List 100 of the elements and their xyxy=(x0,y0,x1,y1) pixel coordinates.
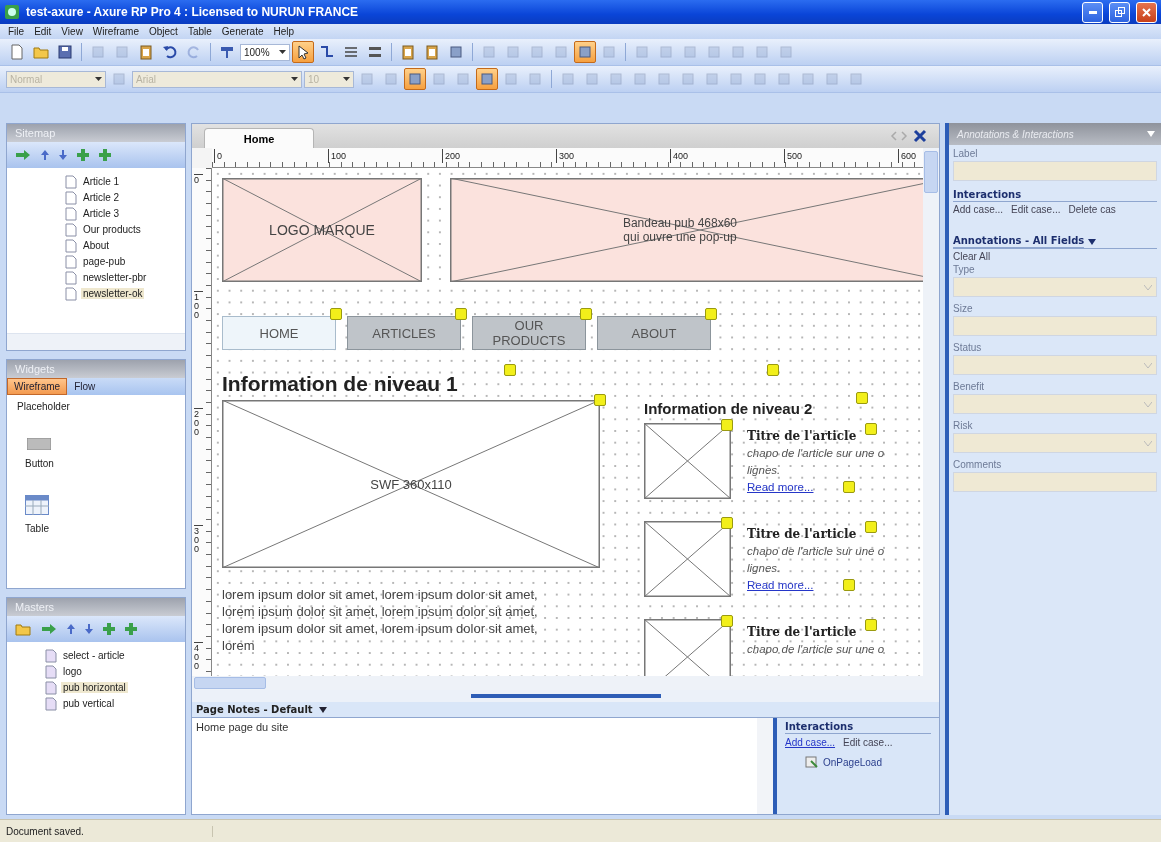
sitemap-item[interactable]: Article 3 xyxy=(81,208,122,219)
page-icon xyxy=(65,206,77,221)
tool-icon xyxy=(560,71,576,87)
text-field[interactable] xyxy=(953,316,1157,336)
action-link[interactable]: Edit case... xyxy=(843,737,893,748)
page-icon xyxy=(65,254,77,269)
menu-item[interactable]: View xyxy=(57,26,87,37)
ruler-label: 100 xyxy=(194,291,203,320)
arrange-icon xyxy=(367,44,383,60)
clear-all-link[interactable]: Clear All xyxy=(953,251,1157,262)
field-label: Type xyxy=(953,264,976,275)
dropdown-field[interactable] xyxy=(953,433,1157,453)
caret-icon[interactable] xyxy=(318,706,327,713)
toolbar-button[interactable] xyxy=(292,41,314,63)
dropdown-field[interactable] xyxy=(953,394,1157,414)
field-label: Benefit xyxy=(953,381,986,392)
tool-icon xyxy=(632,71,648,87)
notes-field[interactable]: Home page du site xyxy=(192,718,757,814)
close-button[interactable] xyxy=(1136,1,1157,23)
ruler-label: 300 xyxy=(194,525,203,554)
field-label: Status xyxy=(953,342,983,353)
scrollbar[interactable] xyxy=(192,676,939,690)
menu-item[interactable]: Table xyxy=(183,26,216,37)
tool-icon xyxy=(728,71,744,87)
ruler-label: 400 xyxy=(670,149,689,163)
action-link[interactable]: Add case... xyxy=(785,737,836,748)
nav-button[interactable]: OUR PRODUCTS xyxy=(472,316,586,350)
close-icon xyxy=(1142,7,1151,17)
dropdown-field[interactable]: 100% xyxy=(240,43,290,61)
close-icon[interactable] xyxy=(913,129,927,143)
menu-item[interactable]: Wireframe xyxy=(88,26,143,37)
tool-icon xyxy=(778,44,794,60)
plus-icon xyxy=(77,149,89,161)
master-item[interactable]: pub vertical xyxy=(61,698,117,709)
tool-icon xyxy=(754,44,770,60)
tool-icon xyxy=(824,71,840,87)
caret-icon xyxy=(1144,401,1152,407)
dropdown-field[interactable] xyxy=(953,355,1157,375)
menu-item[interactable]: File xyxy=(4,26,29,37)
tool-icon xyxy=(455,71,471,87)
nav-button[interactable]: ABOUT xyxy=(597,316,711,350)
menu-item[interactable]: Help xyxy=(269,26,299,37)
panel-tab[interactable]: Flow xyxy=(67,378,103,395)
minimize-icon xyxy=(1088,10,1097,14)
tool-icon xyxy=(848,71,864,87)
read-more-link[interactable]: Read more... xyxy=(747,481,917,493)
page-tab[interactable]: Home xyxy=(204,128,314,148)
caret-icon[interactable] xyxy=(1088,238,1097,245)
event-item[interactable]: OnPageLoad xyxy=(823,756,882,768)
menu-item[interactable]: Edit xyxy=(30,26,56,37)
tool-icon xyxy=(608,71,624,87)
body-text: lorem ipsum dolor sit amet, lorem ipsum dolor sit amet, lorem ipsum dolor sit amet, lorem ipsum dolor sit amet, lorem ipsum dolor sit amet, lorem ipsum dolor sit amet, lorem xyxy=(222,586,539,654)
master-item[interactable]: select - article xyxy=(61,650,127,661)
label-field[interactable] xyxy=(953,161,1157,181)
read-more-link[interactable]: Read more... xyxy=(747,579,917,591)
panel-title: Masters xyxy=(7,598,185,616)
minimize-button[interactable] xyxy=(1082,1,1103,23)
action-link[interactable]: Delete cas xyxy=(1068,204,1116,215)
restore-button[interactable] xyxy=(1109,1,1130,23)
ruler-label: 200 xyxy=(194,408,203,437)
nav-button[interactable]: ARTICLES xyxy=(347,316,461,350)
placeholder-label: Bandeau pub 468x60 xyxy=(622,216,738,230)
page-icon xyxy=(65,190,77,205)
sitemap-item[interactable]: newsletter-pbr xyxy=(81,272,149,283)
tool-icon xyxy=(682,44,698,60)
nav-button[interactable]: HOME xyxy=(222,316,336,350)
widget-item[interactable]: Button xyxy=(25,458,54,469)
save-icon xyxy=(57,44,73,60)
widget-item[interactable]: Placeholder xyxy=(17,401,70,412)
master-item[interactable]: logo xyxy=(61,666,84,677)
sitemap-item[interactable]: About xyxy=(81,240,112,251)
sitemap-item[interactable]: page-pub xyxy=(81,256,128,267)
action-link[interactable]: Add case... xyxy=(953,204,1004,215)
caret-icon xyxy=(1144,362,1152,368)
arrow-icon xyxy=(41,623,57,635)
widget-item[interactable]: Table xyxy=(25,523,49,534)
tool-icon xyxy=(680,71,696,87)
action-link[interactable]: Edit case... xyxy=(1011,204,1061,215)
tool-icon xyxy=(656,71,672,87)
page-icon xyxy=(45,696,57,711)
scrollbar[interactable] xyxy=(757,718,773,814)
text-field[interactable] xyxy=(953,472,1157,492)
caret-icon xyxy=(279,50,286,54)
menu-item[interactable]: Generate xyxy=(217,26,268,37)
sitemap-item[interactable]: Article 2 xyxy=(81,192,122,203)
field-label: Size xyxy=(953,303,974,314)
sitemap-item[interactable]: newsletter-ok xyxy=(81,288,145,299)
tool-icon xyxy=(553,44,569,60)
caret-icon xyxy=(291,77,298,81)
page-icon xyxy=(45,664,57,679)
menu-item[interactable]: Object xyxy=(145,26,182,37)
panel-tab[interactable]: Wireframe xyxy=(7,378,68,395)
master-item[interactable]: pub horizontal xyxy=(61,682,128,693)
sitemap-item[interactable]: Article 1 xyxy=(81,176,122,187)
dropdown-field[interactable] xyxy=(953,277,1157,297)
sitemap-item[interactable]: Our products xyxy=(81,224,143,235)
scrollbar[interactable] xyxy=(923,148,939,676)
ruler-label: 200 xyxy=(442,149,461,163)
tool-icon xyxy=(706,44,722,60)
scrollbar[interactable] xyxy=(7,333,185,350)
